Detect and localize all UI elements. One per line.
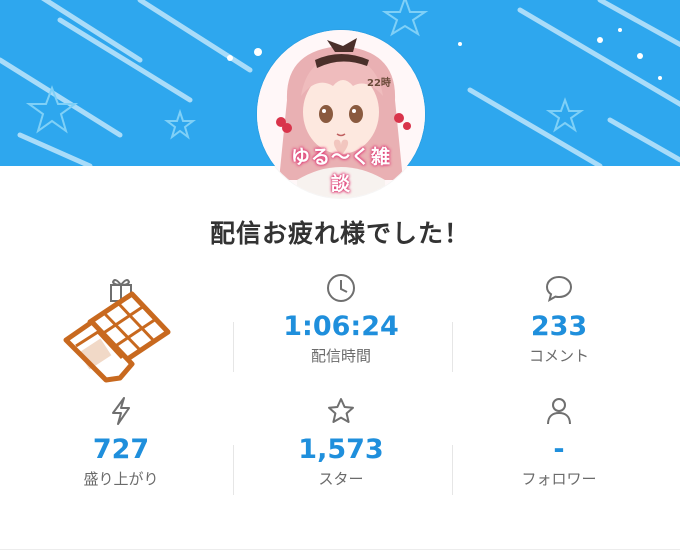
bottom-divider: [0, 549, 680, 550]
avatar[interactable]: 22時 ゆる～く雑談: [257, 30, 425, 198]
stat-comments: 233 コメント: [446, 270, 672, 366]
stat-broadcast-time: 1:06:24 配信時間: [228, 270, 454, 366]
clock-icon: [327, 274, 355, 302]
stat-stars: 1,573 スター: [228, 393, 454, 489]
stat-excitement: 727 盛り上がり: [8, 393, 234, 489]
lightning-icon: [112, 397, 130, 425]
stat-label: 配信時間: [310, 347, 371, 365]
page-title: 配信お疲れ様でした！: [209, 219, 470, 248]
stat-followers: - フォロワー: [446, 393, 672, 489]
comment-icon: [545, 275, 573, 303]
stat-label: 盛り上がり: [83, 470, 159, 488]
stat-value: 727: [92, 434, 150, 465]
stat-value: 1:06:24: [283, 311, 399, 342]
stat-label: コメント: [528, 347, 589, 365]
chocolate-sticker-icon: [63, 291, 171, 383]
person-icon: [547, 398, 571, 425]
star-icon: [328, 398, 354, 423]
stat-value: -: [553, 434, 565, 465]
stat-label: スター: [318, 470, 364, 488]
stat-value: 233: [530, 311, 588, 342]
stat-value: 1,573: [298, 434, 384, 465]
avatar-time-tag: 22時: [367, 78, 391, 89]
avatar-caption: ゆる～く雑談: [290, 146, 391, 195]
stat-label: フォロワー: [521, 470, 597, 488]
